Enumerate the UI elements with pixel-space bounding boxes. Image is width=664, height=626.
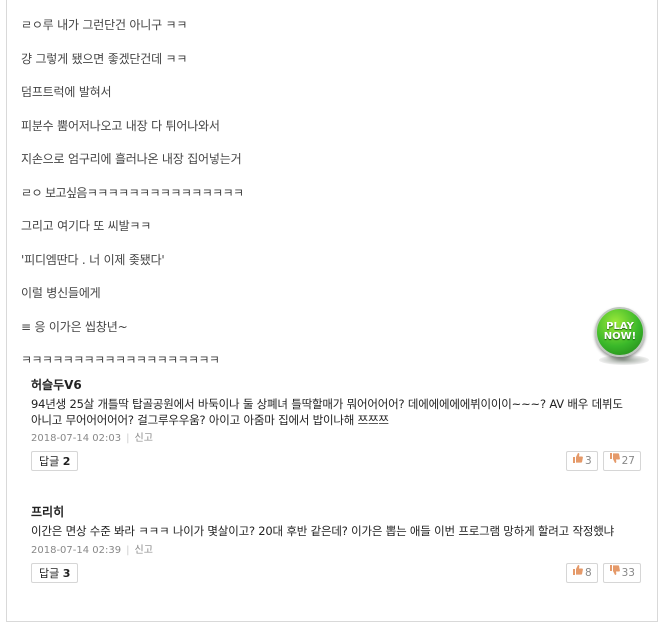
comment-date: 2018-07-14 02:39 [31, 544, 122, 556]
thumbs-down-icon [609, 452, 620, 470]
like-button[interactable]: 8 [565, 562, 598, 583]
comment-date: 2018-07-14 02:03 [31, 433, 122, 444]
vote-group: 8 33 [565, 562, 641, 583]
post-line: 피분수 뿜어저나오고 내장 다 튀어나와서 [21, 118, 220, 133]
now-label: NOW! [603, 331, 637, 342]
thumbs-down-icon [609, 564, 620, 582]
comment: 허슬두V6 94년생 25살 개틀딱 탑골공원에서 바둑이나 둘 상폐녀 틀딱할… [31, 376, 641, 475]
comment-actions: 답글 3 8 33 [31, 562, 641, 587]
reply-count: 2 [62, 455, 71, 468]
reply-count: 3 [62, 566, 71, 580]
comment: 프리히 이간은 면상 수준 봐라 ㅋㅋㅋ 나이가 몇살이고? 20대 후반 같은… [31, 503, 641, 587]
post-line: 이럴 병신들에게 [21, 286, 101, 300]
comment-nickname[interactable]: 허슬두V6 [31, 376, 641, 394]
like-count: 3 [584, 455, 592, 467]
report-link[interactable]: 신고 [135, 433, 153, 444]
meta-divider: | [126, 433, 130, 444]
thumbs-up-icon [572, 564, 583, 582]
post-line: 걍 그렇게 됐으면 좋겠단건데 ㅋㅋ [21, 51, 188, 66]
post-line: ㄹㅇ루 내가 그런단건 아니구 ㅋㅋ [21, 18, 188, 32]
post-line: 그리고 여기다 또 씨발ㅋㅋ [21, 219, 152, 233]
report-link[interactable]: 신고 [135, 545, 153, 556]
dislike-button[interactable]: 33 [602, 562, 641, 583]
reply-button[interactable]: 답글 3 [31, 562, 79, 583]
comment-meta: 2018-07-14 02:03 | 신고 [31, 432, 641, 446]
post-line: 덤프트럭에 발혀서 [21, 85, 112, 99]
post-body: ㄹㅇ루 내가 그런단건 아니구 ㅋㅋ 걍 그렇게 됐으면 좋겠단건데 ㅋㅋ 덤프… [21, 14, 621, 383]
comment-nickname[interactable]: 프리히 [31, 503, 641, 521]
reply-label: 답글 [39, 455, 60, 468]
comment-text: 이간은 면상 수준 봐라 ㅋㅋㅋ 나이가 몇살이고? 20대 후반 같은데? 이… [31, 524, 615, 538]
reply-button[interactable]: 답글 2 [31, 451, 79, 471]
thumbs-up-icon [572, 452, 583, 470]
post-line: 지손으로 엄구리에 흘러나온 내장 집어넣는거 [21, 152, 242, 166]
post-line: ≡ 응 이가은 씹창년~ [21, 319, 128, 334]
vote-group: 3 27 [565, 451, 641, 471]
comment-meta: 2018-07-14 02:39 | 신고 [31, 544, 641, 558]
play-now-icon: PLAY NOW! [595, 307, 645, 357]
reply-label: 답글 [39, 566, 60, 580]
like-button[interactable]: 3 [565, 451, 598, 471]
dislike-count: 27 [621, 455, 635, 467]
dislike-count: 33 [621, 566, 635, 579]
comment-text: 94년생 25살 개틀딱 탑골공원에서 바둑이나 둘 상폐녀 틀딱할매가 뭐어어… [31, 397, 623, 427]
play-now-button[interactable]: PLAY NOW! [591, 303, 653, 369]
post-line: '피디엠딴다 . 너 이제 좆됐다' [21, 252, 165, 267]
post-line: ㄹㅇ 보고싶음ㅋㅋㅋㅋㅋㅋㅋㅋㅋㅋㅋㅋㅋㅋㅋ [21, 185, 244, 200]
dislike-button[interactable]: 27 [602, 451, 641, 471]
meta-divider: | [126, 544, 130, 556]
like-count: 8 [584, 566, 592, 579]
comment-actions: 답글 2 3 27 [31, 451, 641, 475]
